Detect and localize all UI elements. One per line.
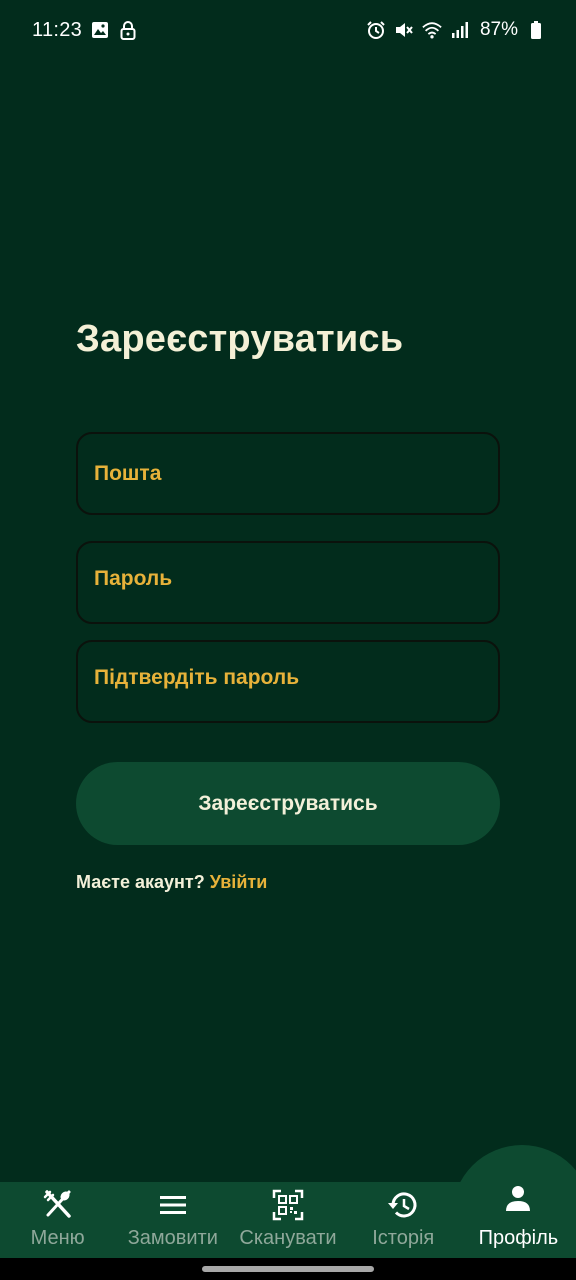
nav-label-profile: Профіль — [478, 1227, 559, 1249]
login-link[interactable]: Увійти — [210, 872, 268, 892]
qr-code-icon — [272, 1189, 304, 1221]
alarm-icon — [366, 20, 386, 40]
bottom-navigation: Меню Замовити Сканувати Історія Профіль — [0, 1182, 576, 1258]
nav-item-profile[interactable]: Профіль — [461, 1182, 576, 1258]
password-placeholder: Пароль — [94, 566, 173, 590]
nav-label-order: Замовити — [127, 1227, 218, 1249]
battery-icon — [526, 20, 546, 40]
nav-item-menu[interactable]: Меню — [0, 1182, 115, 1258]
home-indicator[interactable] — [202, 1266, 374, 1272]
nav-item-history[interactable]: Історія — [346, 1182, 461, 1258]
status-time: 11:23 — [32, 18, 83, 41]
nav-label-scan: Сканувати — [239, 1227, 337, 1249]
nav-item-order[interactable]: Замовити — [115, 1182, 230, 1258]
register-button[interactable]: Зареєструватись — [76, 762, 500, 845]
nav-label-history: Історія — [372, 1227, 435, 1249]
lock-icon — [118, 20, 138, 40]
wifi-icon — [422, 20, 442, 40]
history-icon — [387, 1189, 419, 1221]
login-prompt-text: Маєте акаунт? — [76, 872, 205, 892]
password-field[interactable]: Пароль — [76, 541, 500, 624]
confirm-password-field[interactable]: Підтвердіть пароль — [76, 640, 500, 723]
mute-icon — [394, 20, 414, 40]
status-bar: 11:23 87% — [0, 0, 576, 60]
login-prompt-row: Маєте акаунт? Увійти — [76, 872, 267, 893]
page-title: Зареєструватись — [76, 318, 404, 360]
hamburger-menu-icon — [157, 1189, 189, 1221]
person-icon — [502, 1183, 534, 1215]
battery-percent: 87% — [479, 19, 518, 40]
email-placeholder: Пошта — [94, 461, 162, 485]
image-icon — [90, 20, 110, 40]
signal-icon — [450, 20, 470, 40]
nav-item-scan[interactable]: Сканувати — [230, 1182, 345, 1258]
email-field[interactable]: Пошта — [76, 432, 500, 515]
fork-knife-icon — [42, 1189, 74, 1221]
nav-label-menu: Меню — [30, 1227, 85, 1249]
confirm-password-placeholder: Підтвердіть пароль — [94, 665, 300, 689]
